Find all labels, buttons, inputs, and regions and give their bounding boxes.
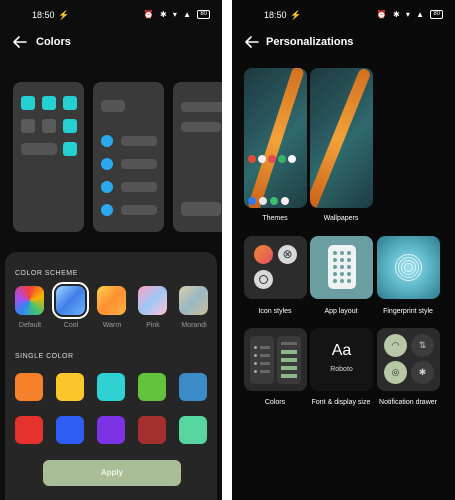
fingerprint-style-label: Fingerprint style [383,308,433,315]
personalizations-screen: 18:50 ⚡ ⏰ ✱ ▾ ▲ 80 Personalizations Them… [232,0,455,500]
wallpaper-river [310,68,372,208]
color-scheme-heading: COLOR SCHEME [15,270,78,277]
font-preview-aa: Aa [331,342,352,359]
wifi-icon: ◠ [384,334,407,357]
color-scheme-name: Cool [63,322,79,329]
preview-pill [181,202,221,216]
bluetooth-icon: ✱ [411,361,434,384]
page-title: Colors [36,36,71,48]
single-color-swatch[interactable] [138,373,166,401]
page-title: Personalizations [266,36,354,48]
color-scheme-swatch[interactable] [15,286,44,315]
color-scheme-swatch[interactable] [138,286,167,315]
apply-button[interactable]: Apply [43,460,181,486]
color-scheme-swatch[interactable] [179,286,208,315]
battery-icon: 80 [197,10,210,20]
themes-tile[interactable] [244,68,307,208]
preview-pill [21,143,57,155]
status-bar: 18:50 ⚡ ⏰ ✱ ▾ ▲ 80 [0,9,222,23]
single-color-swatch[interactable] [97,373,125,401]
single-color-swatch[interactable] [138,416,166,444]
preview-tile [21,96,35,110]
single-color-swatch[interactable] [179,373,207,401]
color-scheme-name: Default [18,322,42,329]
app-grid-preview [328,245,356,289]
color-scheme-name: Pink [146,322,160,329]
preview-tile [21,119,35,133]
battery-icon: 80 [430,10,443,20]
single-color-swatch[interactable] [15,373,43,401]
charging-icon: ⚡ [290,10,302,20]
colors-screen: 18:50 ⚡ ⏰ ✱ ▾ ▲ 80 Colors COLOR SCHEME D… [0,0,222,500]
preview-tile [42,119,56,133]
preview-pill [121,182,157,192]
preview-dot [101,204,113,216]
data-transfer-icon: ⇅ [411,334,434,357]
color-scheme-swatch[interactable] [97,286,126,315]
preview-pill [181,102,222,112]
single-color-swatch[interactable] [179,416,207,444]
preview-pill [181,122,221,132]
preview-tile [63,96,77,110]
charging-icon: ⚡ [58,10,70,20]
preview-pill [101,100,125,112]
theme-dock-icons [248,192,303,205]
preview-pill [121,205,157,215]
preview-dot [101,181,113,193]
status-time: 18:50 [32,10,55,20]
fingerprint-icon [395,254,422,281]
wallpapers-label: Wallpapers [323,215,359,222]
preview-tile [63,119,77,133]
color-scheme-name: Morandi [181,322,207,329]
preview-tile [63,142,77,156]
wallpapers-tile[interactable] [310,68,373,208]
fingerprint-style-tile[interactable] [377,236,440,299]
gear-icon: ⊗ [278,245,297,264]
preview-tile [42,96,56,110]
font-display-size-tile[interactable]: Aa Roboto [310,328,373,391]
colors-preview-left [250,336,274,384]
single-color-swatch[interactable] [15,416,43,444]
color-scheme-name: Warm [102,322,122,329]
wallpaper-river [247,68,305,208]
status-icons: ⏰ ✱ ▾ ▲ 80 [377,10,443,20]
preview-card-list [93,82,164,232]
location-icon: ◎ [384,361,407,384]
app-layout-tile[interactable] [310,236,373,299]
single-color-heading: SINGLE COLOR [15,353,74,360]
preview-pill [121,136,157,146]
colors-preview-right [277,336,301,384]
preview-pill [121,159,157,169]
single-color-swatch[interactable] [97,416,125,444]
icon-styles-tile[interactable]: ⊗ [244,236,307,299]
preview-dot [101,158,113,170]
status-icons: ⏰ ✱ ▾ ▲ 80 [144,10,210,20]
brush-icon [254,245,273,264]
back-arrow-icon[interactable] [244,35,260,49]
color-scheme-swatch[interactable] [52,282,89,319]
theme-app-icons [248,150,303,163]
back-arrow-icon[interactable] [12,35,28,49]
notification-drawer-tile[interactable]: ◠ ⇅ ◎ ✱ [377,328,440,391]
preview-card-grid [13,82,84,232]
color-bottom-sheet: COLOR SCHEME Default Cool Warm Pink Morandi … [5,252,217,500]
notification-drawer-label: Notification drawer [379,399,437,406]
status-bar: 18:50 ⚡ ⏰ ✱ ▾ ▲ 80 [232,9,455,23]
preview-card-settings [173,82,222,232]
status-time: 18:50 [264,10,287,20]
preview-dot [101,135,113,147]
single-color-swatch[interactable] [56,373,84,401]
clock-icon [254,270,273,289]
single-color-swatch[interactable] [56,416,84,444]
font-preview-name: Roboto [330,366,353,373]
colors-tile[interactable] [244,328,307,391]
